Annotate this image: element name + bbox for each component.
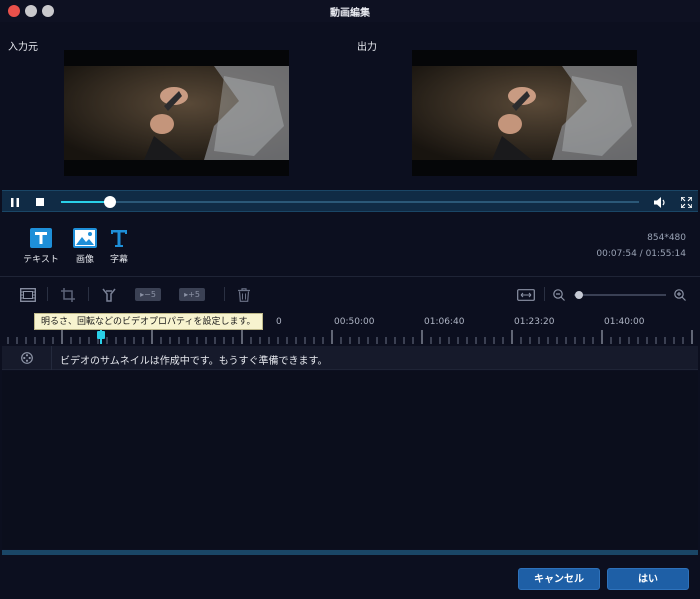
split-button[interactable] <box>100 287 118 303</box>
thumbnail-status-message: ビデオのサムネイルは作成中です。もうすぐ準備できます。 <box>60 356 328 367</box>
playback-progress <box>61 201 111 203</box>
toolbar-divider <box>544 287 545 301</box>
cancel-button[interactable]: キャンセル <box>518 568 600 590</box>
pause-icon <box>11 197 19 207</box>
stop-button[interactable] <box>33 195 47 209</box>
input-preview <box>64 50 289 176</box>
playback-slider[interactable] <box>61 196 639 208</box>
output-video-frame <box>412 66 637 160</box>
zoom-knob[interactable] <box>574 291 583 299</box>
subtitle-tool[interactable]: 字幕 <box>97 226 141 265</box>
playback-knob[interactable] <box>104 196 117 208</box>
zoom-out-icon <box>553 289 565 301</box>
text-tool-label: テキスト <box>23 255 59 265</box>
title-bar: 動画編集 <box>0 0 700 22</box>
ruler-label: 00:50:00 <box>334 317 375 327</box>
track-header <box>2 346 52 370</box>
zoom-slider[interactable] <box>574 291 666 299</box>
trash-icon <box>238 288 250 302</box>
window-title: 動画編集 <box>330 8 370 19</box>
fit-width-icon <box>517 289 535 301</box>
text-tool[interactable]: テキスト <box>19 226 63 265</box>
stop-icon <box>36 198 44 206</box>
zoom-out-button[interactable] <box>552 287 566 303</box>
input-pane-label: 入力元 <box>8 42 38 53</box>
ok-button[interactable]: はい <box>607 568 689 590</box>
minus-five-label: −5 <box>144 290 156 299</box>
crop-icon <box>61 288 75 302</box>
speaker-icon <box>654 196 665 208</box>
video-editor-window: 動画編集 入力元 出力 テキスト 画像 字幕 854*480 00:07:54 … <box>0 0 700 599</box>
video-resolution: 854*480 <box>647 233 686 243</box>
toolbar-divider <box>224 287 225 301</box>
playhead[interactable] <box>100 330 102 344</box>
output-preview <box>412 50 637 176</box>
fullscreen-button[interactable] <box>678 194 694 210</box>
video-track[interactable]: ビデオのサムネイルは作成中です。もうすぐ準備できます。 <box>2 346 698 370</box>
forward-5-button[interactable]: ▸+5 <box>179 288 205 301</box>
fit-timeline-button[interactable] <box>516 287 536 303</box>
rewind-5-button[interactable]: ▸−5 <box>135 288 161 301</box>
fullscreen-icon <box>680 196 692 208</box>
timeline-area[interactable] <box>2 371 698 549</box>
player-controls <box>2 190 698 212</box>
input-video-frame <box>64 66 289 160</box>
ruler-label: 01:06:40 <box>424 317 465 327</box>
text-icon <box>19 226 63 250</box>
timeline-scrollbar[interactable] <box>2 550 698 555</box>
video-properties-button[interactable] <box>19 287 37 303</box>
divider <box>0 276 700 277</box>
ruler-label: 01:23:20 <box>514 317 555 327</box>
subtitle-tool-label: 字幕 <box>109 255 128 265</box>
tooltip: 明るさ、回転などのビデオプロパティを設定します。 <box>34 313 263 330</box>
zoom-in-icon <box>674 289 686 301</box>
zoom-in-button[interactable] <box>673 287 687 303</box>
subtitle-icon <box>97 226 141 250</box>
ruler-label: 0 <box>276 317 282 327</box>
toolbar-divider <box>47 287 48 301</box>
toolbar-divider <box>88 287 89 301</box>
crop-button[interactable] <box>59 287 77 303</box>
plus-five-label: +5 <box>188 290 200 299</box>
output-pane-label: 出力 <box>357 42 377 53</box>
volume-button[interactable] <box>652 194 668 210</box>
film-reel-icon <box>20 352 33 364</box>
delete-button[interactable] <box>236 287 252 303</box>
film-icon <box>20 288 36 302</box>
scissors-icon <box>102 288 116 302</box>
pause-button[interactable] <box>8 195 22 209</box>
ruler-label: 01:40:00 <box>604 317 645 327</box>
video-time: 00:07:54 / 01:55:14 <box>596 249 686 259</box>
